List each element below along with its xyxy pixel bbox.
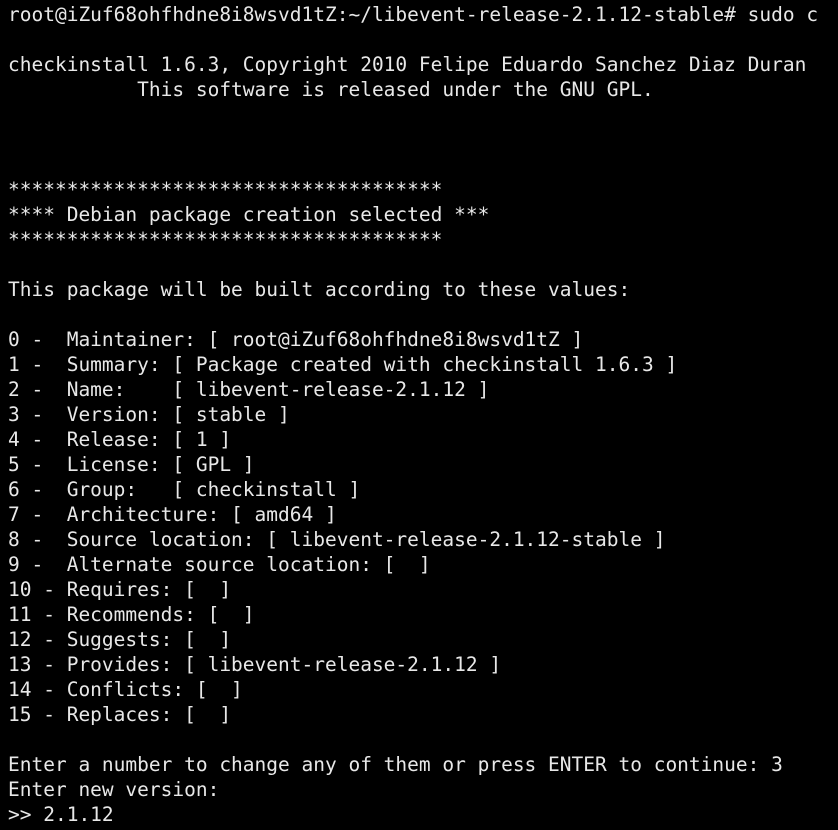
value-row-suggests: 12 - Suggests: [ ] — [8, 628, 232, 651]
value-row-provides: 13 - Provides: [ libevent-release-2.1.12… — [8, 653, 502, 676]
value-row-maintainer: 0 - Maintainer: [ root@iZuf68ohfhdne8i8w… — [8, 328, 584, 351]
value-row-requires: 10 - Requires: [ ] — [8, 578, 232, 601]
banner-copyright: checkinstall 1.6.3, Copyright 2010 Felip… — [8, 53, 807, 76]
value-row-license: 5 - License: [ GPL ] — [8, 453, 255, 476]
change-question: Enter a number to change any of them or … — [8, 753, 783, 776]
value-row-source-location: 8 - Source location: [ libevent-release-… — [8, 528, 666, 551]
value-row-alternate-source: 9 - Alternate source location: [ ] — [8, 553, 431, 576]
value-row-architecture: 7 - Architecture: [ amd64 ] — [8, 503, 337, 526]
value-row-release: 4 - Release: [ 1 ] — [8, 428, 232, 451]
stars-divider-bottom: ************************************* — [8, 228, 443, 251]
intro-text: This package will be built according to … — [8, 278, 631, 301]
stars-divider-top: ************************************* — [8, 178, 443, 201]
terminal-window[interactable]: root@iZuf68ohfhdne8i8wsvd1tZ:~/libevent-… — [0, 0, 838, 830]
banner-license: This software is released under the GNU … — [8, 78, 654, 101]
value-row-recommends: 11 - Recommends: [ ] — [8, 603, 255, 626]
new-version-prompt: Enter new version: — [8, 778, 220, 801]
section-title: **** Debian package creation selected **… — [8, 203, 490, 226]
shell-prompt: root@iZuf68ohfhdne8i8wsvd1tZ:~/libevent-… — [8, 3, 819, 26]
value-row-summary: 1 - Summary: [ Package created with chec… — [8, 353, 678, 376]
value-row-name: 2 - Name: [ libevent-release-2.1.12 ] — [8, 378, 490, 401]
value-row-version: 3 - Version: [ stable ] — [8, 403, 290, 426]
value-row-replaces: 15 - Replaces: [ ] — [8, 703, 232, 726]
input-line[interactable]: >> 2.1.12 — [8, 802, 838, 827]
value-row-conflicts: 14 - Conflicts: [ ] — [8, 678, 243, 701]
value-row-group: 6 - Group: [ checkinstall ] — [8, 478, 361, 501]
